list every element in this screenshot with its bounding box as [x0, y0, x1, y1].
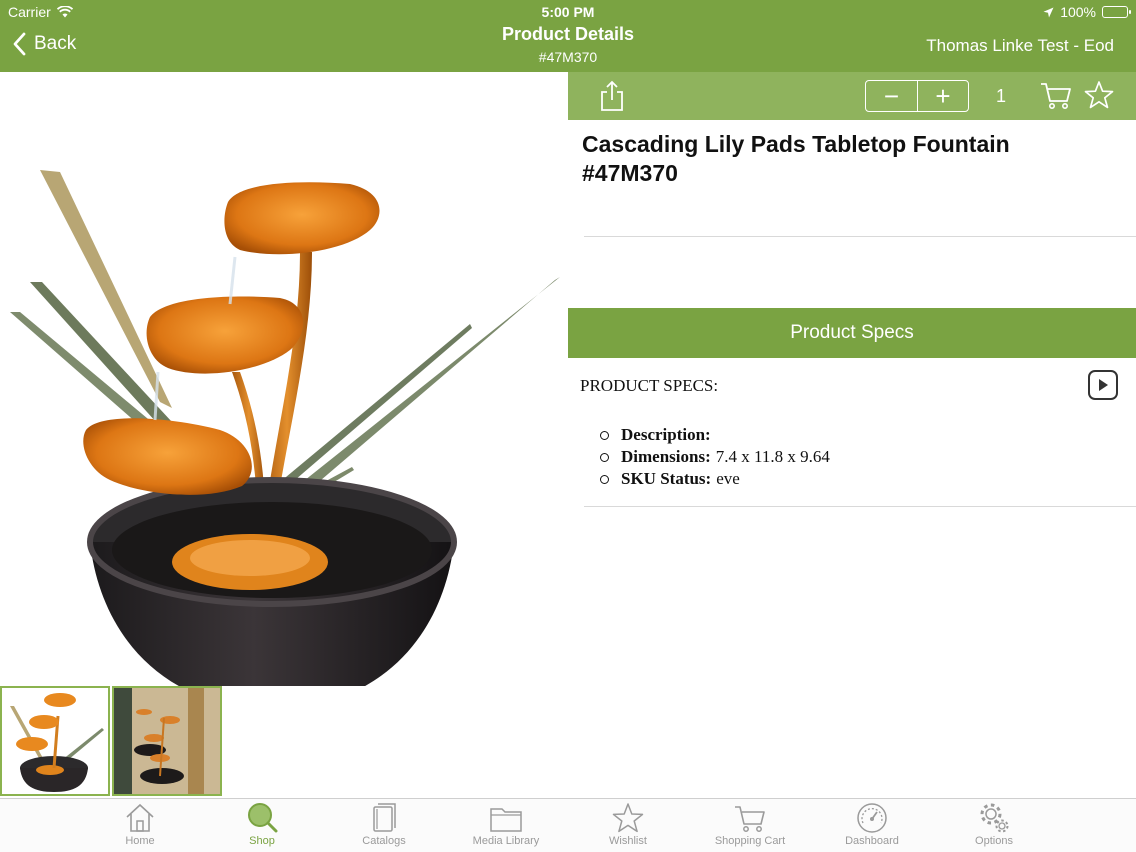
folder-icon [490, 808, 522, 832]
bullet-icon [600, 430, 609, 440]
decrement-button[interactable]: − [866, 81, 917, 111]
thumbnail-strip [0, 686, 222, 798]
fountain-illustration [10, 170, 560, 710]
tab-shopping-cart[interactable]: Shopping Cart [700, 801, 800, 851]
tab-label: Shopping Cart [714, 835, 786, 847]
spec-value: eve [716, 469, 740, 488]
spec-item: Description: [600, 424, 830, 446]
tab-bar: Home Shop Catalogs Media Library Wishlis… [0, 798, 1136, 852]
account-name[interactable]: Thomas Linke Test - Eod [926, 36, 1114, 56]
share-button[interactable] [600, 80, 624, 112]
gauge-icon [857, 803, 887, 833]
spec-item: Dimensions: 7.4 x 11.8 x 9.64 [600, 446, 830, 468]
product-title: Cascading Lily Pads Tabletop Fountain #4… [582, 131, 1010, 186]
thumbnail-2[interactable] [112, 686, 222, 796]
thumbnail-2-image [114, 688, 220, 794]
spec-item: SKU Status: eve [600, 468, 830, 490]
spec-label: SKU Status: [621, 469, 712, 488]
location-arrow-icon [1043, 7, 1054, 17]
thumbnail-1-image [10, 693, 104, 792]
tab-catalogs[interactable]: Catalogs [334, 801, 434, 851]
tab-label: Wishlist [609, 835, 647, 847]
tab-media-library[interactable]: Media Library [456, 801, 556, 851]
play-button[interactable] [1088, 370, 1118, 400]
status-right: 100% [1043, 4, 1131, 20]
tab-label: Shop [249, 835, 275, 847]
catalogs-icon [373, 803, 396, 832]
product-main-image[interactable] [0, 72, 568, 710]
add-to-wishlist-button[interactable] [1084, 80, 1114, 110]
thumbnail-1[interactable] [0, 686, 110, 796]
tab-dashboard[interactable]: Dashboard [822, 801, 922, 851]
tab-label: Dashboard [845, 835, 899, 847]
product-toolbar: − + 1 [568, 72, 1136, 120]
spec-value: 7.4 x 11.8 x 9.64 [715, 447, 830, 466]
title-divider [584, 236, 1136, 237]
tab-wishlist[interactable]: Wishlist [578, 801, 678, 851]
star-icon [612, 803, 644, 833]
star-icon [1084, 81, 1114, 109]
product-details-screen: Carrier 5:00 PM 100% Back Product Detail… [0, 0, 1136, 852]
specs-heading: PRODUCT SPECS: [580, 376, 719, 395]
specs-list: Description: Dimensions: 7.4 x 11.8 x 9.6… [600, 424, 830, 490]
tab-label: Media Library [472, 835, 540, 847]
cart-icon [1041, 83, 1071, 109]
product-specs-header[interactable]: Product Specs [568, 308, 1136, 358]
search-icon [248, 803, 278, 833]
bullet-icon [600, 452, 609, 462]
tab-home[interactable]: Home [90, 801, 190, 851]
share-icon [601, 80, 623, 111]
status-time: 5:00 PM [541, 4, 595, 20]
battery-percent: 100% [1060, 4, 1096, 20]
battery-icon [1102, 6, 1131, 18]
play-icon [1099, 379, 1108, 391]
specs-divider [584, 506, 1136, 507]
add-to-cart-button[interactable] [1040, 82, 1072, 110]
tab-label: Options [975, 835, 1013, 847]
spec-label: Description: [621, 425, 711, 444]
quantity-stepper: − + [865, 80, 969, 112]
navigation-header: Carrier 5:00 PM 100% Back Product Detail… [0, 0, 1136, 72]
tab-options[interactable]: Options [944, 801, 1044, 851]
cart-icon [735, 806, 765, 832]
bullet-icon [600, 474, 609, 484]
quantity-value: 1 [996, 86, 1007, 106]
home-icon [126, 803, 154, 832]
tab-label: Home [125, 835, 155, 847]
spec-label: Dimensions: [621, 447, 711, 466]
increment-button[interactable]: + [917, 81, 968, 111]
tab-shop[interactable]: Shop [212, 801, 312, 851]
tab-label: Catalogs [362, 835, 406, 847]
gear-icon [980, 803, 1009, 833]
